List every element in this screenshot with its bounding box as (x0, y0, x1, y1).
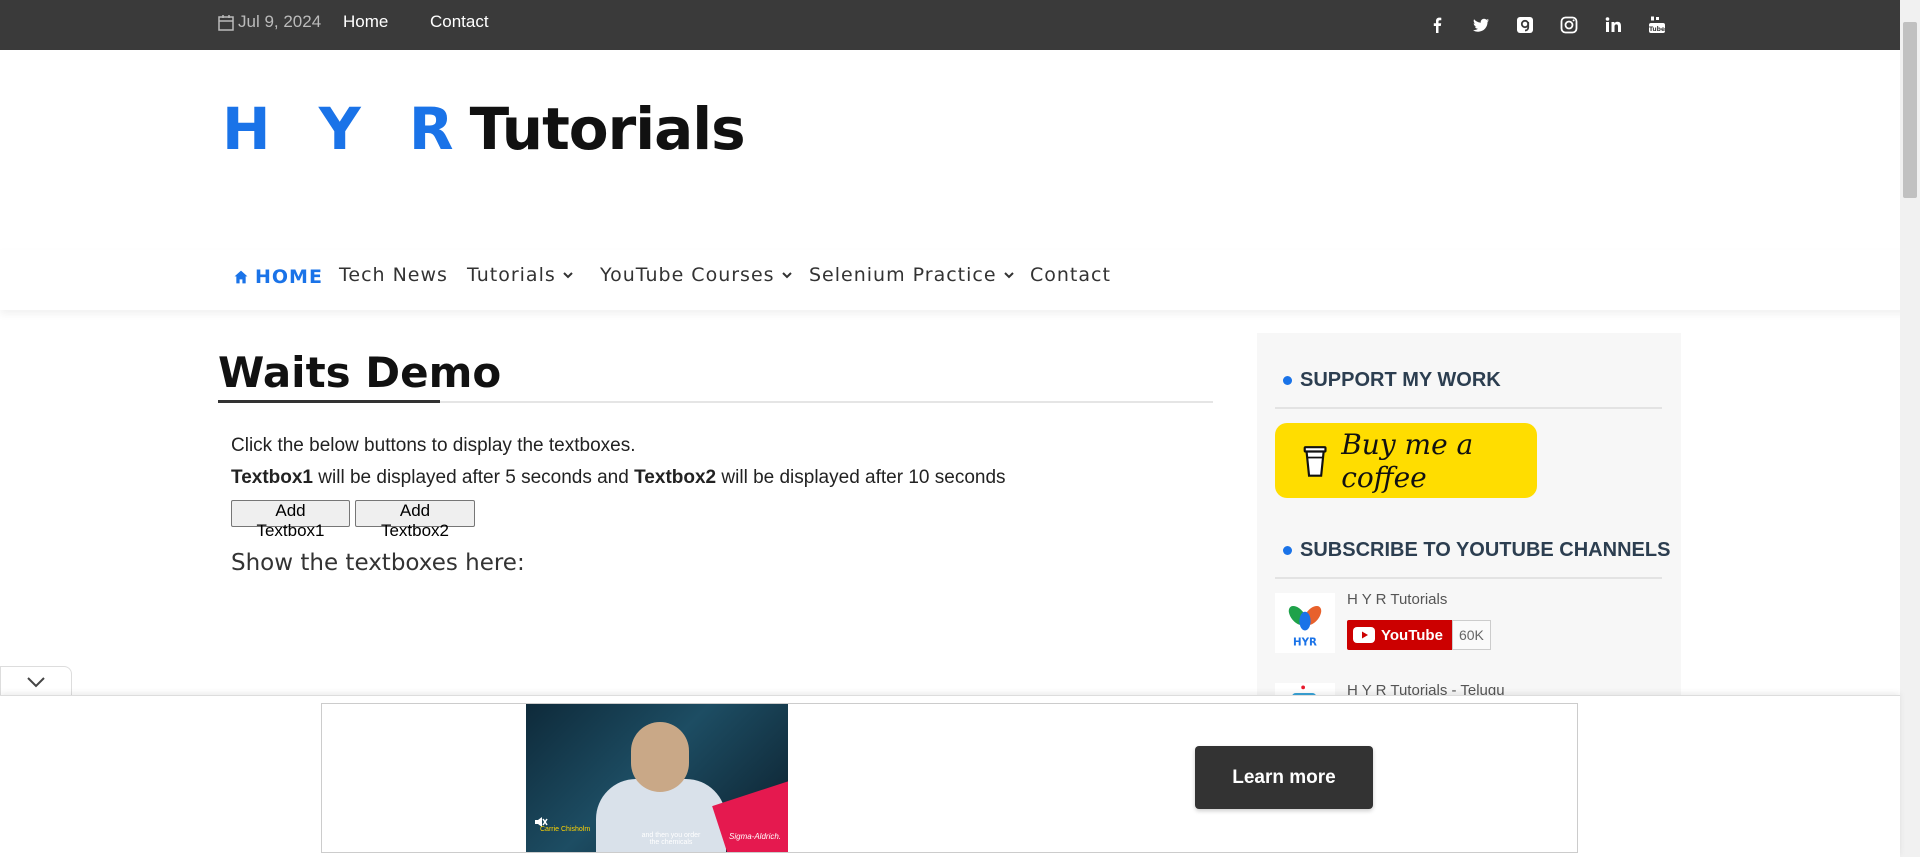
nav-item-youtube-courses[interactable]: YouTube Courses (600, 264, 793, 286)
top-link-home[interactable]: Home (343, 12, 388, 32)
top-link-contact[interactable]: Contact (430, 12, 489, 32)
nav-item-label: Tutorials (467, 264, 556, 286)
channel-logo-text: HYR (1293, 636, 1317, 648)
svg-text:Tube: Tube (1649, 26, 1665, 33)
ad-person (631, 722, 689, 792)
ad-speaker-name: Carrie Chisholm (540, 826, 591, 833)
ad-caption: and then you order the chemicals (641, 832, 701, 846)
subscribe-title-text: SUBSCRIBE TO YOUTUBE CHANNELS (1300, 539, 1671, 561)
nav-item-home[interactable]: HOME (233, 266, 323, 288)
nav-item-label: Contact (1030, 264, 1111, 286)
home-icon (234, 270, 248, 284)
bullet-icon (1283, 376, 1292, 385)
detail-mid: will be displayed after 5 seconds and (313, 467, 635, 488)
textbox1-label: Textbox1 (231, 467, 314, 488)
logo-hyr: H Y R (222, 95, 468, 163)
coffee-cup-icon (1303, 445, 1327, 477)
buy-me-a-coffee-button[interactable]: Buy me a coffee (1275, 423, 1537, 498)
subscriber-count: 60K (1451, 620, 1491, 650)
page-title: Waits Demo (218, 348, 502, 397)
bullet-icon (1283, 546, 1292, 555)
nav-item-contact[interactable]: Contact (1030, 264, 1111, 286)
support-title-text: SUPPORT MY WORK (1300, 369, 1501, 391)
site-logo[interactable]: H Y R Tutorials (222, 95, 746, 163)
add-textbox1-button[interactable]: Add Textbox1 (231, 500, 350, 540)
nav-item-selenium-practice[interactable]: Selenium Practice (809, 264, 1015, 286)
textbox2-label: Textbox2 (634, 467, 717, 488)
detail-text: Textbox1 will be displayed after 5 secon… (231, 467, 1006, 489)
ad-container[interactable] (321, 703, 1578, 853)
goodreads-icon[interactable] (1514, 14, 1536, 36)
channel-avatar[interactable]: HYR (1275, 593, 1335, 653)
date-text: Jul 9, 2024 (238, 12, 322, 31)
learn-more-button[interactable]: Learn more (1195, 746, 1373, 809)
logo-tutorials: Tutorials (469, 95, 746, 163)
ad-brand-shape (712, 781, 788, 852)
youtube-button-label-wrap[interactable]: YouTube (1347, 620, 1452, 650)
add-textbox2-button[interactable]: Add Textbox2 (355, 500, 475, 540)
instagram-icon[interactable] (1558, 14, 1580, 36)
youtube-subscribe-button[interactable]: YouTube 60K (1347, 620, 1491, 650)
calendar-icon (218, 14, 234, 31)
facebook-icon[interactable] (1426, 14, 1448, 36)
nav-item-label: HOME (255, 266, 323, 288)
subscribe-widget-title: SUBSCRIBE TO YOUTUBE CHANNELS (1283, 539, 1670, 562)
youtube-label: YouTube (1381, 626, 1443, 644)
linkedin-icon[interactable] (1602, 14, 1624, 36)
scrollbar-thumb[interactable] (1903, 22, 1917, 198)
ad-collapse-tab[interactable] (0, 666, 72, 696)
nav-item-label: Tech News (339, 264, 448, 286)
nav-item-tutorials[interactable]: Tutorials (467, 264, 574, 286)
widget-divider (1275, 407, 1662, 409)
twitter-icon[interactable] (1470, 14, 1492, 36)
instruction-text: Click the below buttons to display the t… (231, 435, 636, 456)
chevron-down-icon (1003, 272, 1014, 279)
coffee-label: Buy me a coffee (1341, 427, 1474, 494)
youtube-play-icon (1353, 627, 1375, 643)
top-bar: Jul 9, 2024 Home Contact Tube (0, 0, 1920, 50)
textbox-area-label: Show the textboxes here: (231, 550, 525, 576)
ad-brand: Sigma-Aldrich. (729, 832, 782, 841)
ad-video[interactable]: Carrie Chisholm and then you order the c… (526, 704, 788, 852)
nav-item-label: Selenium Practice (809, 264, 997, 286)
chevron-down-icon (27, 676, 45, 687)
chevron-down-icon (781, 272, 792, 279)
youtube-icon[interactable]: Tube (1646, 14, 1668, 36)
title-underline (218, 400, 440, 403)
channel-name[interactable]: H Y R Tutorials (1347, 591, 1447, 608)
support-widget-title: SUPPORT MY WORK (1283, 369, 1501, 392)
nav-item-label: YouTube Courses (600, 264, 775, 286)
date-display: Jul 9, 2024 (218, 12, 321, 32)
chevron-down-icon (563, 272, 573, 279)
hyr-leaf-logo-icon: HYR (1288, 605, 1322, 648)
main-nav: HOME Tech News Tutorials YouTube Courses… (0, 250, 1920, 310)
detail-end: will be displayed after 10 seconds (716, 467, 1006, 488)
nav-item-tech-news[interactable]: Tech News (339, 264, 448, 286)
widget-divider (1275, 577, 1662, 579)
sidebar: SUPPORT MY WORK Buy me a coffee SUBSCRIB… (1257, 333, 1681, 753)
